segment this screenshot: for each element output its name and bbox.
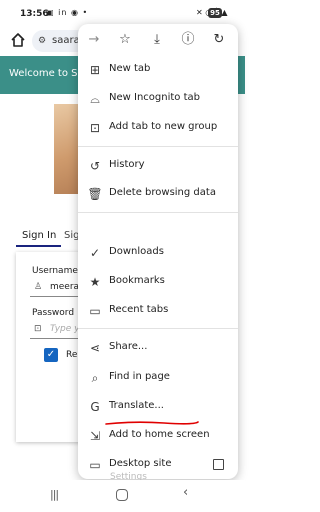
menu-divider <box>78 212 238 213</box>
tab-sign-in[interactable]: Sign In <box>22 230 56 241</box>
menu-item-label: Recent tabs <box>109 304 169 315</box>
menu-item-label: Add to home screen <box>109 429 210 440</box>
battery-icon: 95 <box>208 8 222 18</box>
site-settings-icon[interactable]: ⚙ <box>38 30 46 52</box>
menu-item-find-in-page[interactable]: ⌕ Find in page <box>78 364 238 392</box>
menu-item-translate[interactable]: G Translate... <box>78 393 238 421</box>
forward-icon[interactable]: → <box>84 30 104 50</box>
password-label: Password <box>32 308 75 318</box>
menu-item-label: New Incognito tab <box>109 92 200 103</box>
overflow-menu: → ☆ ⤓ ⓘ ↻ ⊞ New tab ⌓ New Incognito tab … <box>78 24 238 479</box>
recent-tabs-icon: ▭ <box>89 304 101 318</box>
recents-icon[interactable]: ||| <box>50 488 62 501</box>
login-card: Username ♙ meera Password ⊡ Type y ✓ Re <box>16 252 86 442</box>
menu-item-incognito[interactable]: ⌓ New Incognito tab <box>78 85 238 113</box>
status-time: 13:56 <box>20 9 49 19</box>
notification-icons: ▣ in ◉ • <box>46 8 89 17</box>
bookmarks-icon: ★ <box>89 275 101 289</box>
red-underline-annotation <box>105 421 199 425</box>
add-to-home-icon: ⇲ <box>89 429 101 443</box>
desktop-icon: ▭ <box>89 458 101 472</box>
menu-item-label: Add tab to new group <box>109 121 218 132</box>
back-icon[interactable]: ‹ <box>183 485 188 500</box>
incognito-icon: ⌓ <box>90 92 100 106</box>
menu-item-downloads[interactable]: ✓ Downloads <box>78 239 238 267</box>
menu-item-new-tab[interactable]: ⊞ New tab <box>78 56 238 84</box>
translate-icon: G <box>90 400 100 414</box>
trash-icon: 🗑 <box>87 187 103 201</box>
menu-item-label: Bookmarks <box>109 275 165 286</box>
menu-item-label: History <box>109 159 145 170</box>
user-icon: ♙ <box>34 282 43 292</box>
status-bar: 13:56 ▣ in ◉ • ✕ ◔ ⁑ ▲ 95 <box>0 0 245 26</box>
menu-item-label: Share... <box>109 341 148 352</box>
home-icon[interactable] <box>10 32 26 48</box>
menu-action-bar: → ☆ ⤓ ⓘ ↻ <box>78 24 238 56</box>
refresh-icon[interactable]: ↻ <box>209 30 229 50</box>
menu-item-label: New tab <box>109 63 151 74</box>
download-icon[interactable]: ⤓ <box>147 30 167 50</box>
lock-icon: ⊡ <box>34 324 42 334</box>
info-icon[interactable]: ⓘ <box>178 30 198 50</box>
new-tab-icon: ⊞ <box>89 63 101 77</box>
android-nav-bar: ||| ‹ <box>0 480 245 512</box>
menu-item-label: Desktop site <box>109 458 172 469</box>
username-label: Username <box>32 266 78 276</box>
share-icon: ⋖ <box>89 341 101 355</box>
username-input[interactable]: meera <box>50 282 79 292</box>
menu-item-desktop-site[interactable]: ▭ Desktop site <box>78 451 238 479</box>
home-button-icon[interactable] <box>116 489 128 501</box>
remember-me-label: Re <box>66 350 78 360</box>
password-input[interactable]: Type y <box>50 324 79 334</box>
history-icon: ↺ <box>89 159 101 173</box>
bookmark-star-icon[interactable]: ☆ <box>115 30 135 50</box>
menu-item-delete-data[interactable]: 🗑 Delete browsing data <box>78 180 238 208</box>
active-tab-indicator <box>16 245 61 247</box>
menu-divider <box>78 146 238 147</box>
auth-tabs: Sign In Sig <box>16 226 86 247</box>
remember-me-checkbox[interactable]: ✓ <box>44 348 58 362</box>
menu-item-label: Downloads <box>109 246 164 257</box>
menu-item-tab-group[interactable]: ⊡ Add tab to new group <box>78 114 238 142</box>
menu-item-share[interactable]: ⋖ Share... <box>78 334 238 362</box>
menu-divider <box>78 328 238 329</box>
menu-item-recent-tabs[interactable]: ▭ Recent tabs <box>78 297 238 325</box>
menu-item-label: Find in page <box>109 371 170 382</box>
tab-group-icon: ⊡ <box>89 121 101 135</box>
find-in-page-icon: ⌕ <box>91 371 99 385</box>
url-text: saara <box>52 35 80 46</box>
menu-item-label: Delete browsing data <box>109 187 216 198</box>
downloads-icon: ✓ <box>89 246 101 260</box>
menu-item-bookmarks[interactable]: ★ Bookmarks <box>78 268 238 296</box>
menu-item-add-to-home-screen[interactable]: ⇲ Add to home screen <box>78 422 238 450</box>
menu-item-label: Translate... <box>109 400 164 411</box>
menu-item-history[interactable]: ↺ History <box>78 152 238 180</box>
desktop-site-checkbox[interactable] <box>213 459 224 470</box>
